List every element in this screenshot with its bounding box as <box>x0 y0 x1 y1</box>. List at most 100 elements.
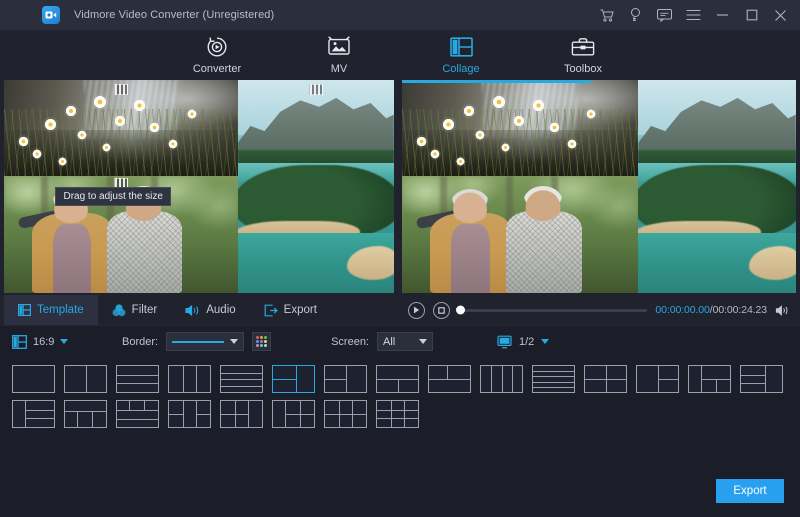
nav-tab-converter[interactable]: Converter <box>178 30 256 75</box>
border-line-preview <box>172 341 224 343</box>
minimize-icon[interactable] <box>715 8 730 23</box>
edit-canvas[interactable]: Drag to adjust the size <box>4 80 394 293</box>
nav-label-converter: Converter <box>193 63 241 75</box>
collage-cell-lake[interactable] <box>238 80 394 293</box>
template-14[interactable] <box>688 365 731 393</box>
template-icon <box>18 304 31 316</box>
preview-cell-couple <box>402 176 638 293</box>
preview-cell-daisies <box>402 80 638 176</box>
template-15[interactable] <box>740 365 783 393</box>
collage-layout-left: Drag to adjust the size <box>4 80 394 293</box>
close-icon[interactable] <box>773 8 788 23</box>
template-10[interactable] <box>480 365 523 393</box>
app-window: Vidmore Video Converter (Unregistered) <box>0 0 800 517</box>
template-17[interactable] <box>64 400 107 428</box>
tab-export[interactable]: Export <box>250 295 331 325</box>
tab-label-audio: Audio <box>206 304 235 316</box>
progress-slider[interactable] <box>458 309 647 312</box>
aspect-ratio-control[interactable]: 16:9 <box>12 335 122 349</box>
template-22[interactable] <box>324 400 367 428</box>
template-23[interactable] <box>376 400 419 428</box>
nav-tab-collage[interactable]: Collage <box>422 30 500 75</box>
app-logo-icon <box>42 6 60 24</box>
screen-select[interactable]: All <box>377 332 433 351</box>
template-6[interactable] <box>272 365 315 393</box>
aspect-ratio-icon <box>12 335 27 349</box>
border-control: Border: <box>122 332 271 351</box>
player-controls: 00:00:00.00/00:00:24.23 <box>402 295 796 325</box>
template-21[interactable] <box>272 400 315 428</box>
resize-grip-handle[interactable] <box>309 84 323 95</box>
audio-icon <box>185 304 200 317</box>
template-5[interactable] <box>220 365 263 393</box>
template-2[interactable] <box>64 365 107 393</box>
menu-icon[interactable] <box>686 8 701 23</box>
time-display: 00:00:00.00/00:00:24.23 <box>655 304 767 316</box>
template-18[interactable] <box>116 400 159 428</box>
screen-value: All <box>383 336 395 348</box>
template-19[interactable] <box>168 400 211 428</box>
page-control: 1/2 <box>497 335 549 349</box>
chevron-down-icon[interactable] <box>60 339 68 344</box>
chevron-down-icon <box>230 339 238 344</box>
template-3[interactable] <box>116 365 159 393</box>
template-20[interactable] <box>220 400 263 428</box>
template-9[interactable] <box>428 365 471 393</box>
screen-control: Screen: All <box>331 332 433 351</box>
window-controls <box>599 8 790 23</box>
template-4[interactable] <box>168 365 211 393</box>
template-grid <box>0 357 800 475</box>
tab-audio[interactable]: Audio <box>171 295 249 325</box>
preview-cell-lake <box>638 80 796 293</box>
aspect-ratio-value: 16:9 <box>33 336 54 348</box>
collage-layout-right <box>402 80 796 293</box>
collage-cell-daisies[interactable] <box>4 80 238 176</box>
collage-controls-bar: 16:9 Border: Screen: All <box>0 325 800 357</box>
tab-label-filter: Filter <box>132 304 158 316</box>
template-13[interactable] <box>636 365 679 393</box>
footer-bar: Export <box>0 475 800 517</box>
collage-icon <box>450 34 473 60</box>
current-time: 00:00:00.00 <box>655 304 709 316</box>
template-7[interactable] <box>324 365 367 393</box>
key-icon[interactable] <box>628 8 643 23</box>
template-11[interactable] <box>532 365 575 393</box>
chevron-down-icon[interactable] <box>541 339 549 344</box>
template-12[interactable] <box>584 365 627 393</box>
stop-icon[interactable] <box>433 302 450 319</box>
export-icon <box>264 304 278 317</box>
total-time: 00:00:24.23 <box>713 304 767 316</box>
maximize-icon[interactable] <box>744 8 759 23</box>
template-8[interactable] <box>376 365 419 393</box>
tab-filter[interactable]: Filter <box>98 295 172 325</box>
nav-label-mv: MV <box>331 63 348 75</box>
preview-area: Drag to adjust the size <box>0 80 800 295</box>
template-row-2 <box>12 400 788 428</box>
resize-grip-handle[interactable] <box>114 84 128 95</box>
progress-knob[interactable] <box>456 306 465 315</box>
tabs-and-player-row: Template Filter Audio Export <box>0 295 800 325</box>
tab-label-export: Export <box>284 304 317 316</box>
export-button[interactable]: Export <box>716 479 784 503</box>
nav-label-toolbox: Toolbox <box>564 63 602 75</box>
drag-tooltip: Drag to adjust the size <box>55 187 171 206</box>
mv-icon <box>327 34 351 60</box>
toolbox-icon <box>571 34 595 60</box>
collage-cell-couple[interactable]: Drag to adjust the size <box>4 176 238 293</box>
scene-daisies-waterfall <box>402 80 638 176</box>
border-color-button[interactable] <box>252 332 271 351</box>
border-style-select[interactable] <box>166 332 244 351</box>
template-16[interactable] <box>12 400 55 428</box>
template-1[interactable] <box>12 365 55 393</box>
volume-icon[interactable] <box>775 304 790 317</box>
nav-tab-mv[interactable]: MV <box>300 30 378 75</box>
tab-template[interactable]: Template <box>4 295 98 325</box>
cart-icon[interactable] <box>599 8 614 23</box>
feedback-icon[interactable] <box>657 8 672 23</box>
nav-tab-toolbox[interactable]: Toolbox <box>544 30 622 75</box>
template-row-1 <box>12 365 788 393</box>
chevron-down-icon <box>419 339 427 344</box>
play-icon[interactable] <box>408 302 425 319</box>
tab-label-template: Template <box>37 304 84 316</box>
output-preview[interactable] <box>402 80 796 293</box>
